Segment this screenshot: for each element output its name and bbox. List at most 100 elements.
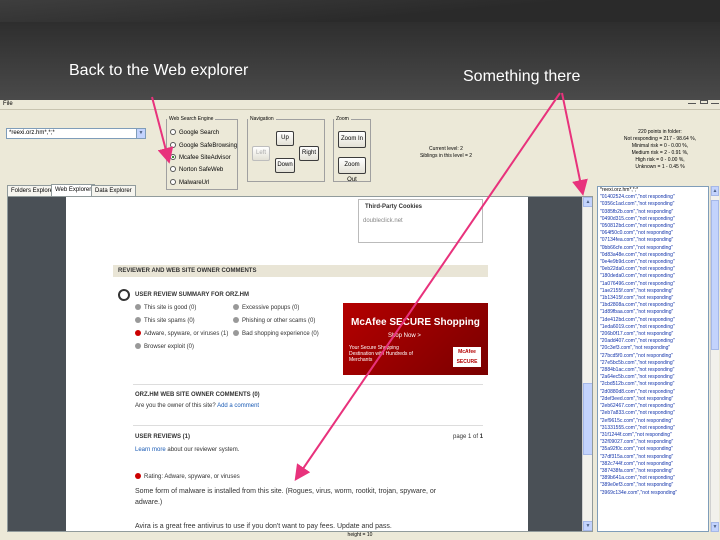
review-text-3: Avira is a great free antivirus to use i…	[135, 523, 392, 530]
list-item[interactable]: "20c3ef3.com","not responding"	[598, 345, 708, 352]
warning-icon	[135, 473, 141, 479]
maximize-icon[interactable]	[700, 100, 708, 104]
list-item[interactable]: "2a64ec5b.com","not responding"	[598, 374, 708, 381]
radio-norton-safeweb[interactable]: Norton SafeWeb	[170, 166, 223, 173]
summary-item-shopping[interactable]: Bad shopping experience (0)	[233, 330, 319, 337]
summary-item-spams[interactable]: This site spams (0)	[135, 317, 195, 324]
list-item[interactable]: "2884b1ac.com","not responding"	[598, 367, 708, 374]
radio-google-safebrowsing[interactable]: Google SafeBrowsing	[170, 142, 237, 149]
chevron-down-icon[interactable]: ▼	[136, 129, 145, 138]
list-item[interactable]: "382c744f.com","not responding"	[598, 461, 708, 468]
learn-more: Learn more about our reviewer system.	[135, 447, 240, 453]
list-item[interactable]: *reexi.orz.hm*,*;*	[598, 187, 708, 194]
browser-scrollbar[interactable]: ▲ ▼	[582, 197, 592, 531]
page-left-gutter	[8, 197, 66, 531]
summary-item-phishing[interactable]: Phishing or other scams (0)	[233, 317, 315, 324]
list-item[interactable]: "35a92f0c.com","not responding"	[598, 446, 708, 453]
mcafee-ad-banner[interactable]: McAfee SECURE Shopping Shop Now > Your S…	[343, 303, 488, 375]
zoom-out-button[interactable]: Zoom Out	[338, 157, 366, 183]
list-item[interactable]: "0490d315.com","not responding"	[598, 216, 708, 223]
list-item[interactable]: "1eda6019.com","not responding"	[598, 324, 708, 331]
tab-data-explorer[interactable]: Data Explorer	[91, 185, 136, 196]
list-item[interactable]: "0eb22da0.com","not responding"	[598, 266, 708, 273]
list-item[interactable]: "0385fb2b.com","not responding"	[598, 209, 708, 216]
list-item[interactable]: "2d0880d8.com","not responding"	[598, 389, 708, 396]
list-item[interactable]: "2eb7a833.com","not responding"	[598, 410, 708, 417]
list-item[interactable]: "064f50c0.com","not responding"	[598, 230, 708, 237]
minimize-icon[interactable]	[688, 100, 696, 104]
summary-item-popups[interactable]: Excessive popups (0)	[233, 304, 299, 311]
list-item[interactable]: "31f1244f.com","not responding"	[598, 432, 708, 439]
list-item[interactable]: "389e0ef3.com","not responding"	[598, 482, 708, 489]
list-item[interactable]: "1a076496.com","not responding"	[598, 281, 708, 288]
list-item[interactable]: "389b641a.com","not responding"	[598, 475, 708, 482]
radio-malwareurl[interactable]: MalwareUrl	[170, 179, 209, 186]
list-item[interactable]: "1ae2155f.com","not responding"	[598, 288, 708, 295]
rating-label: Rating: Adware, spyware, or viruses	[135, 473, 240, 480]
scroll-down-icon[interactable]: ▼	[711, 522, 719, 532]
results-scrollbar[interactable]: ▲ ▼	[710, 186, 719, 532]
scroll-down-icon[interactable]: ▼	[583, 521, 592, 531]
ad-text: Your Secure Shopping Destination with Hu…	[349, 345, 413, 363]
divider	[133, 425, 483, 426]
list-item[interactable]: "32f09027.com","not responding"	[598, 439, 708, 446]
list-item[interactable]: "2def3eed.com","not responding"	[598, 396, 708, 403]
list-item[interactable]: "2ef9615c.com","not responding"	[598, 418, 708, 425]
list-item[interactable]: "0d83a48e.com","not responding"	[598, 252, 708, 259]
list-item[interactable]: "07134fea.com","not responding"	[598, 237, 708, 244]
list-item[interactable]: "206b0f17.com","not responding"	[598, 331, 708, 338]
nav-down-button[interactable]: Down	[275, 158, 295, 173]
radio-google-search[interactable]: Google Search	[170, 129, 219, 136]
list-item[interactable]: "180deda0.com","not responding"	[598, 273, 708, 280]
page-right-gutter	[528, 197, 584, 531]
list-item[interactable]: "37df315a.com","not responding"	[598, 454, 708, 461]
list-item[interactable]: "050812bd.com","not responding"	[598, 223, 708, 230]
list-item[interactable]: "3969c134e.com","not responding"	[598, 490, 708, 497]
status-bar: height = 10	[0, 532, 720, 540]
list-item[interactable]: "31331555.com","not responding"	[598, 425, 708, 432]
nav-left-button[interactable]: Left	[252, 146, 270, 161]
close-icon[interactable]	[711, 100, 719, 104]
scroll-up-icon[interactable]: ▲	[711, 186, 719, 196]
ad-cta[interactable]: Shop Now >	[388, 333, 421, 339]
pagination: page 1 of 1	[453, 434, 484, 440]
owner-title: ORZ.HM WEB SITE OWNER COMMENTS (0)	[135, 392, 260, 398]
cookies-title: Third-Party Cookies	[365, 204, 423, 210]
learn-more-link[interactable]: Learn more	[135, 447, 166, 453]
scroll-thumb[interactable]	[711, 200, 719, 350]
zoom-in-button[interactable]: Zoom In	[338, 131, 366, 148]
list-item[interactable]: "2cbd512b.com","not responding"	[598, 381, 708, 388]
scroll-up-icon[interactable]: ▲	[583, 197, 592, 207]
list-item[interactable]: "2eb62467.com","not responding"	[598, 403, 708, 410]
list-item[interactable]: "01402524.com","not responding"	[598, 194, 708, 201]
nav-right-button[interactable]: Right	[299, 146, 319, 161]
list-item[interactable]: "0356c1ad.com","not responding"	[598, 201, 708, 208]
web-browser-view[interactable]: Third-Party Cookies doubleclick.net REVI…	[7, 196, 593, 532]
list-item[interactable]: "1d89fbaa.com","not responding"	[598, 309, 708, 316]
cookies-item: doubleclick.net	[363, 218, 403, 224]
scroll-thumb[interactable]	[583, 383, 592, 455]
section-title: REVIEWER AND WEB SITE OWNER COMMENTS	[113, 265, 488, 277]
divider	[133, 384, 483, 385]
summary-item-adware[interactable]: Adware, spyware, or viruses (1)	[135, 330, 228, 337]
radio-mcafee-siteadvisor[interactable]: Mcafee SiteAdvisor	[170, 154, 231, 161]
nav-up-button[interactable]: Up	[276, 131, 294, 146]
menu-file[interactable]: File	[3, 101, 13, 107]
list-item[interactable]: "1de412bd.com","not responding"	[598, 317, 708, 324]
add-comment-link[interactable]: Add a comment	[217, 403, 259, 409]
list-item[interactable]: "27bcd5f0.com","not responding"	[598, 353, 708, 360]
list-item[interactable]: "27e5bc5b.com","not responding"	[598, 360, 708, 367]
results-list[interactable]: *reexi.orz.hm*,*;* "01402524.com","not re…	[597, 186, 709, 532]
list-item[interactable]: "1b13415f.com","not responding"	[598, 295, 708, 302]
list-item[interactable]: "1bd2808a.com","not responding"	[598, 302, 708, 309]
list-item[interactable]: "0bb66cfe.com","not responding"	[598, 245, 708, 252]
search-engine-legend: Web Search Engine	[169, 116, 214, 122]
url-combo[interactable]: *reexi.orz.hm*,*;* ▼	[6, 128, 146, 139]
list-item[interactable]: "0e4e9b9d.com","not responding"	[598, 259, 708, 266]
list-item[interactable]: "20add407.com","not responding"	[598, 338, 708, 345]
summary-item-good[interactable]: This site is good (0)	[135, 304, 196, 311]
list-item[interactable]: "387438fa.com","not responding"	[598, 468, 708, 475]
caption-left: Back to the Web explorer	[69, 62, 249, 79]
tab-web-explorer[interactable]: Web Explorer	[51, 184, 96, 196]
summary-item-exploit[interactable]: Browser exploit (0)	[135, 343, 194, 350]
